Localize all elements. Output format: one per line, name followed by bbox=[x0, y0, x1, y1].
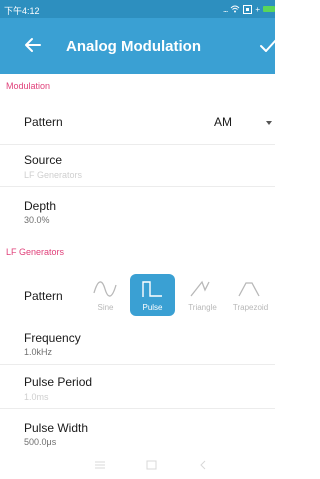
sine-wave-icon bbox=[93, 281, 117, 297]
divider bbox=[0, 186, 275, 187]
menu-icon[interactable] bbox=[94, 460, 106, 470]
trapezoid-wave-icon bbox=[238, 282, 260, 297]
status-dots: ... bbox=[222, 4, 228, 14]
pattern-label: Pattern bbox=[24, 115, 63, 129]
lf-pattern-label: Pattern bbox=[24, 289, 63, 303]
pulse-width-value: 500.0μs bbox=[24, 437, 57, 447]
frequency-value: 1.0kHz bbox=[24, 347, 53, 357]
pulse-wave-icon bbox=[142, 281, 162, 297]
depth-value: 30.0% bbox=[24, 215, 50, 225]
app-bar: Analog Modulation bbox=[0, 18, 278, 74]
section-modulation: Modulation bbox=[6, 81, 51, 91]
pulse-period-value: 1.0ms bbox=[24, 392, 49, 402]
back-icon[interactable] bbox=[198, 460, 208, 470]
pulse-period-label[interactable]: Pulse Period bbox=[24, 375, 92, 389]
waveform-pulse[interactable]: Pulse bbox=[130, 274, 175, 316]
wifi-icon bbox=[230, 5, 240, 13]
triangle-wave-icon bbox=[190, 280, 210, 297]
waveform-pulse-label: Pulse bbox=[142, 303, 163, 312]
status-bar: 下午4:12 ... + bbox=[0, 0, 275, 18]
waveform-triangle-label: Triangle bbox=[188, 303, 217, 312]
waveform-trapezoid[interactable]: Trapezoid bbox=[228, 274, 273, 316]
arrow-left-icon[interactable] bbox=[22, 34, 44, 56]
waveform-trapezoid-label: Trapezoid bbox=[232, 303, 269, 312]
charging-icon: + bbox=[255, 4, 260, 14]
home-icon[interactable] bbox=[146, 460, 157, 470]
waveform-triangle[interactable]: Triangle bbox=[180, 274, 225, 316]
battery-icon bbox=[263, 6, 275, 12]
status-time: 下午4:12 bbox=[4, 6, 40, 16]
source-label[interactable]: Source bbox=[24, 153, 62, 167]
sim-icon bbox=[243, 4, 253, 14]
depth-label[interactable]: Depth bbox=[24, 199, 56, 213]
divider bbox=[0, 364, 275, 365]
waveform-sine-label: Sine bbox=[97, 303, 114, 312]
divider bbox=[0, 144, 275, 145]
page-title: Analog Modulation bbox=[66, 38, 201, 55]
waveform-sine[interactable]: Sine bbox=[83, 274, 128, 316]
section-lf-generators: LF Generators bbox=[6, 247, 65, 257]
chevron-down-icon[interactable] bbox=[266, 121, 272, 125]
divider bbox=[0, 408, 275, 409]
source-value: LF Generators bbox=[24, 170, 83, 180]
frequency-label[interactable]: Frequency bbox=[24, 331, 81, 345]
check-icon[interactable] bbox=[258, 36, 278, 56]
navigation-bar bbox=[0, 452, 275, 479]
pattern-dropdown[interactable]: AM bbox=[214, 115, 232, 129]
pulse-width-label[interactable]: Pulse Width bbox=[24, 421, 88, 435]
status-icons: ... + bbox=[223, 3, 275, 15]
